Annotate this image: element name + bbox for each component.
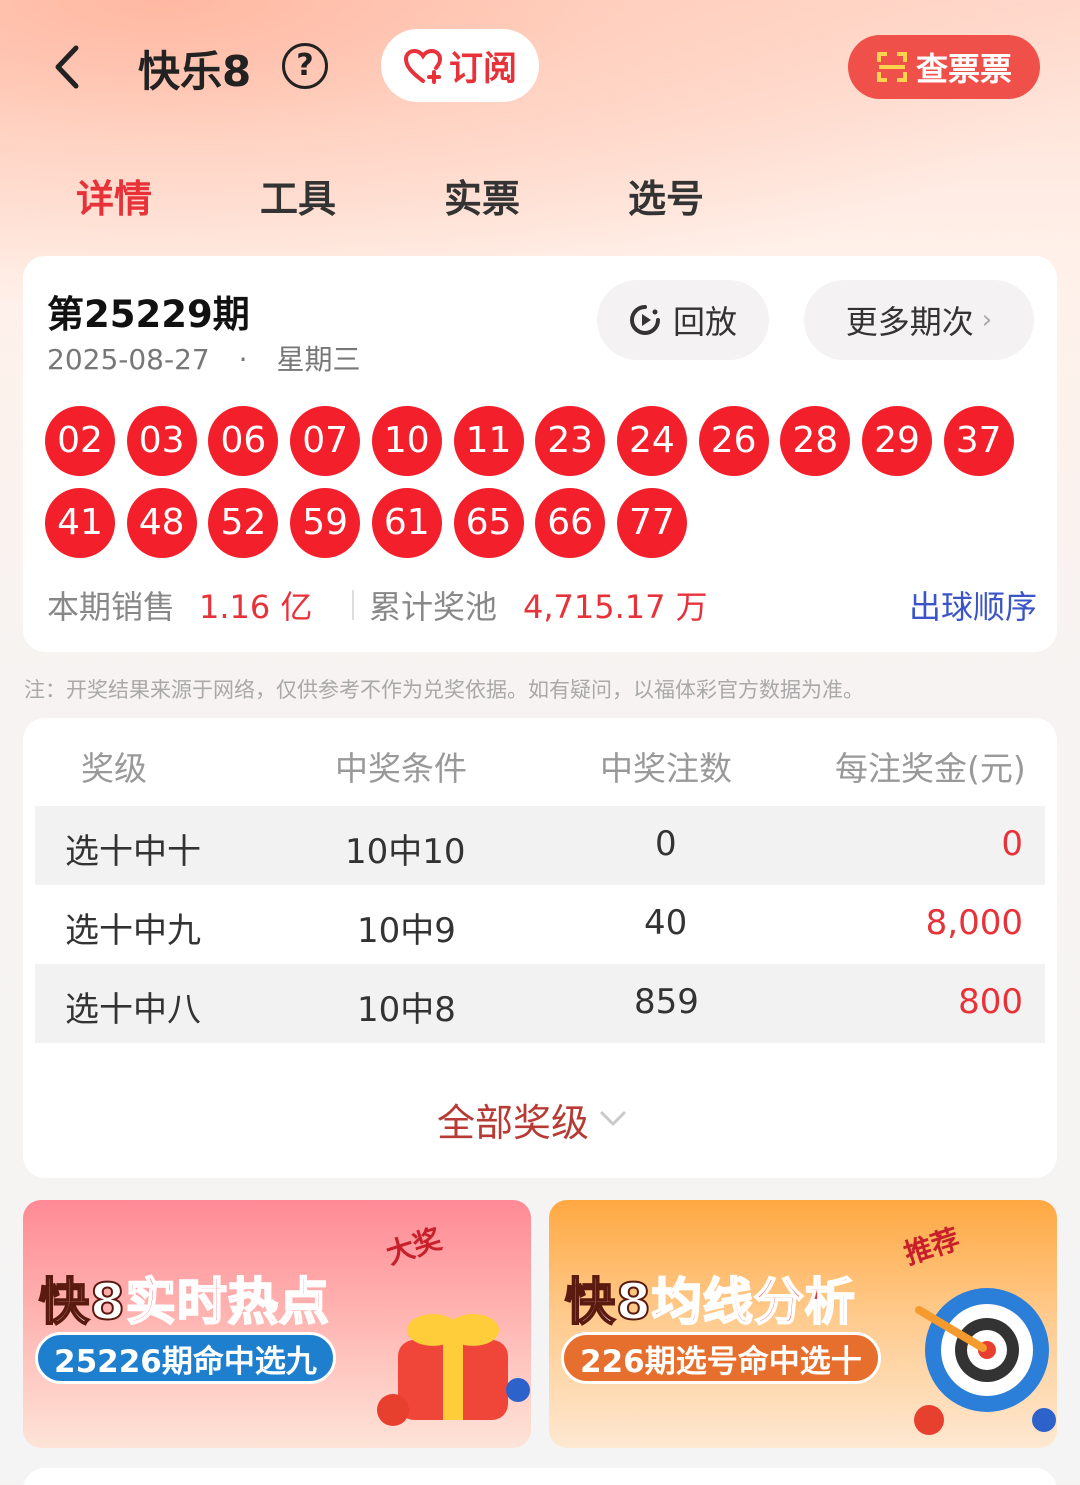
draw-date-line: 2025-08-27 · 星期三: [47, 338, 360, 378]
number-ball: 03: [126, 406, 197, 476]
amount-cell: 8,000: [925, 903, 1023, 943]
hot-topic-banner[interactable]: 大奖 快8实时热点 25226期命中选九: [23, 1200, 531, 1448]
number-ball: 26: [698, 406, 769, 476]
count-cell: 859: [634, 982, 699, 1022]
check-ticket-label: 查票票: [915, 50, 1012, 88]
number-ball: 77: [616, 488, 687, 558]
draw-weekday: 星期三: [276, 343, 361, 376]
number-ball: 10: [371, 406, 442, 476]
banner-subtitle: 25226期命中选九: [35, 1332, 336, 1384]
sales-row: 本期销售 1.16 亿 累计奖池 4,715.17 万 出球顺序: [47, 582, 1037, 628]
replay-button[interactable]: 回放: [597, 280, 769, 360]
header-level: 奖级: [81, 749, 147, 788]
replay-icon: [629, 305, 660, 335]
header-condition: 中奖条件: [335, 749, 467, 788]
divider: [352, 590, 354, 620]
amount-cell: 0: [1001, 824, 1023, 864]
tab-bar: 详情 工具 实票 选号: [0, 160, 1080, 230]
banner-title-highlight: 均线分析: [651, 1272, 856, 1332]
number-ball: 06: [208, 406, 279, 476]
issue-number: 第25229期: [47, 293, 250, 336]
back-arrow-icon[interactable]: [48, 42, 88, 92]
subscribe-button[interactable]: 订阅: [381, 29, 539, 102]
date-separator: ·: [238, 343, 248, 376]
table-row: 选十中十 10中10 0 0: [35, 806, 1045, 885]
amount-cell: 800: [958, 982, 1023, 1022]
check-ticket-button[interactable]: 查票票: [848, 35, 1040, 99]
all-levels-toggle[interactable]: 全部奖级: [437, 1094, 627, 1145]
help-icon[interactable]: ?: [282, 43, 328, 89]
level-cell: 选十中八: [65, 990, 201, 1030]
replay-label: 回放: [672, 303, 737, 341]
pool-value: 4,715.17 万: [523, 588, 708, 626]
chevron-right-icon: ›: [981, 305, 993, 335]
level-cell: 选十中九: [65, 911, 201, 951]
number-ball: 11: [453, 406, 524, 476]
ball-order-link[interactable]: 出球顺序: [909, 582, 1037, 628]
number-ball: 65: [453, 488, 524, 558]
number-ball: 23: [535, 406, 606, 476]
more-issues-label: 更多期次: [845, 303, 974, 341]
count-cell: 0: [655, 824, 677, 864]
number-ball: 28: [780, 406, 851, 476]
more-issues-button[interactable]: 更多期次 ›: [804, 280, 1034, 360]
page-title: 快乐8: [138, 47, 252, 96]
heart-plus-icon: [403, 48, 443, 84]
number-ball: 41: [45, 488, 115, 558]
banner-title-prefix: 快8: [38, 1272, 126, 1332]
sales-value: 1.16 亿: [199, 588, 313, 626]
prize-table-card: 奖级 中奖条件 中奖注数 每注奖金(元) 选十中十 10中10 0 0 选十中九…: [23, 718, 1057, 1178]
tab-details[interactable]: 详情: [76, 168, 152, 223]
scan-icon: [876, 52, 907, 82]
tab-tools[interactable]: 工具: [260, 168, 336, 223]
number-ball: 59: [290, 488, 361, 558]
banner-title-highlight: 实时热点: [125, 1272, 330, 1332]
trend-analysis-banner[interactable]: 推荐 快8均线分析 226期选号命中选十: [549, 1200, 1057, 1448]
draw-result-card: 第25229期 2025-08-27 · 星期三 回放 更多期次 › 02 03 0…: [23, 256, 1057, 652]
gift-box-icon: [377, 1314, 530, 1426]
number-ball: 24: [616, 406, 687, 476]
number-ball: 07: [290, 406, 361, 476]
tab-pick-numbers[interactable]: 选号: [628, 168, 704, 223]
banner-subtitle: 226期选号命中选十: [561, 1332, 881, 1384]
dartboard-icon: [914, 1288, 1056, 1435]
banner-title: 快8均线分析: [564, 1262, 856, 1334]
table-row: 选十中八 10中8 859 800: [35, 964, 1045, 1043]
count-cell: 40: [644, 903, 688, 943]
sales-label: 本期销售: [47, 588, 176, 626]
number-ball: 61: [371, 488, 442, 558]
top-bar: 快乐8 ? 订阅 查票票: [0, 0, 1080, 130]
condition-cell: 10中10: [345, 832, 466, 872]
banner-title: 快8实时热点: [38, 1262, 330, 1334]
tab-real-tickets[interactable]: 实票: [444, 168, 520, 223]
level-cell: 选十中十: [65, 832, 201, 872]
number-ball: 02: [45, 406, 115, 476]
number-ball: 37: [943, 406, 1014, 476]
header-count: 中奖注数: [600, 749, 732, 788]
number-ball: 66: [535, 488, 606, 558]
number-ball: 48: [126, 488, 197, 558]
number-ball: 29: [862, 406, 932, 476]
header-amount: 每注奖金(元): [835, 749, 1026, 788]
all-levels-label: 全部奖级: [437, 1100, 590, 1145]
next-card-edge: [23, 1468, 1057, 1485]
draw-date: 2025-08-27: [47, 343, 210, 376]
banner-title-prefix: 快8: [564, 1272, 652, 1332]
pool-label: 累计奖池: [369, 588, 498, 626]
disclaimer-note: 注：开奖结果来源于网络，仅供参考不作为兑奖依据。如有疑问，以福体彩官方数据为准。: [24, 678, 864, 702]
table-row: 选十中九 10中9 40 8,000: [35, 885, 1045, 964]
subscribe-label: 订阅: [449, 49, 517, 89]
number-ball: 52: [208, 488, 279, 558]
chevron-down-icon: [600, 1111, 626, 1126]
condition-cell: 10中8: [357, 990, 456, 1030]
condition-cell: 10中9: [357, 911, 456, 951]
